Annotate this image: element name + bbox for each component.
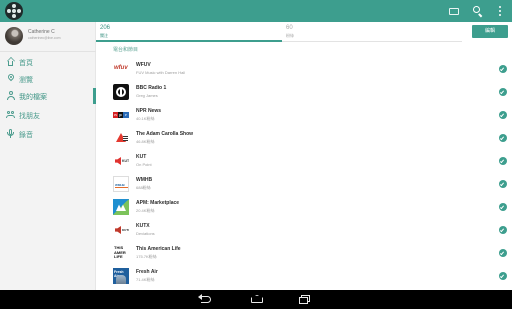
fresh-air-logo: Fresh Air — [113, 268, 129, 284]
friends-icon — [6, 110, 15, 119]
location-icon — [6, 72, 15, 83]
station-title: KUTX — [136, 223, 150, 229]
list-item[interactable]: APM: Marketplace 20.4K粉絲 — [96, 196, 512, 219]
sidebar-item-label: 瀏覽 — [19, 77, 33, 84]
check-icon[interactable] — [499, 226, 507, 234]
check-icon[interactable] — [499, 272, 507, 280]
station-title: This American Life — [136, 246, 181, 252]
back-icon[interactable] — [198, 294, 212, 305]
station-subtitle: On Point — [136, 162, 152, 167]
person-icon — [6, 91, 15, 100]
sidebar: Catherine C catherinec@live.com 首頁 瀏覽 我的… — [0, 22, 96, 290]
station-subtitle: 175.7K粉絲 — [136, 254, 157, 259]
check-icon[interactable] — [499, 180, 507, 188]
app-bar — [0, 0, 512, 22]
check-icon[interactable] — [499, 249, 507, 257]
this-american-life-logo: THIS AMER LIFE — [113, 245, 129, 261]
station-title: Fresh Air — [136, 269, 158, 275]
tab-following[interactable]: 206 關注 — [96, 22, 282, 42]
profile-name: Catherine C — [28, 29, 55, 35]
edit-button[interactable]: 編輯 — [472, 25, 508, 38]
profile-header[interactable]: Catherine C catherinec@live.com — [0, 22, 96, 50]
sidebar-item-label: 首頁 — [19, 60, 33, 67]
station-title: The Adam Carolla Show — [136, 131, 194, 137]
home-icon — [6, 57, 15, 66]
station-subtitle: FUV Music with Darren Hall — [136, 70, 186, 75]
npr-logo: npr — [113, 107, 129, 123]
sidebar-item-find-friends[interactable]: 找朋友 — [0, 107, 96, 123]
list-item[interactable]: The Adam Carolla Show 46.8K粉絲 — [96, 127, 512, 150]
search-icon[interactable] — [472, 5, 484, 18]
kut-logo: KUT — [113, 153, 129, 169]
more-vert-icon[interactable] — [494, 5, 506, 17]
home-icon[interactable] — [250, 294, 264, 305]
section-title: 電台和節目 — [113, 47, 139, 53]
check-icon[interactable] — [499, 88, 507, 96]
sidebar-item-recordings[interactable]: 錄音 — [0, 126, 96, 142]
sidebar-item-label: 找朋友 — [19, 113, 40, 120]
list-item[interactable]: Fresh Air Fresh Air 71.4K粉絲 — [96, 265, 512, 288]
station-title: BBC Radio 1 — [136, 85, 167, 91]
list-item[interactable]: THIS AMER LIFE This American Life 175.7K… — [96, 242, 512, 265]
list-item[interactable]: wfuv WFUV FUV Music with Darren Hall — [96, 58, 512, 81]
check-icon[interactable] — [499, 134, 507, 142]
station-subtitle: Deviations — [136, 231, 155, 236]
profile-tabs: 206 關注 60 粉絲 編輯 — [96, 22, 512, 42]
list-item[interactable]: WMHB WMHB 688粉絲 — [96, 173, 512, 196]
apm-marketplace-logo — [113, 199, 129, 215]
list-item[interactable]: KUTX KUTX Deviations — [96, 219, 512, 242]
divider — [0, 51, 96, 52]
bbc-radio-1-logo — [113, 84, 129, 100]
check-icon[interactable] — [499, 65, 507, 73]
cast-icon[interactable] — [448, 5, 460, 17]
tab-followers[interactable]: 60 粉絲 — [282, 22, 462, 42]
sidebar-item-my-profile[interactable]: 我的檔案 — [0, 88, 96, 104]
list-item[interactable]: KUT KUT On Point — [96, 150, 512, 173]
station-title: NPR News — [136, 108, 162, 114]
tab-count: 60 — [286, 25, 293, 31]
wfuv-logo: wfuv — [113, 61, 129, 77]
list-item[interactable]: BBC Radio 1 Greg James — [96, 81, 512, 104]
sidebar-item-browse[interactable]: 瀏覽 — [0, 71, 96, 87]
tab-label: 關注 — [100, 33, 108, 38]
station-subtitle: 46.8K粉絲 — [136, 139, 155, 144]
station-subtitle: 688粉絲 — [136, 185, 151, 190]
profile-email: catherinec@live.com — [28, 36, 61, 40]
check-icon[interactable] — [499, 111, 507, 119]
tab-count: 206 — [100, 25, 111, 31]
avatar — [5, 27, 23, 45]
kutx-logo: KUTX — [113, 222, 129, 238]
tunein-logo-icon[interactable] — [5, 2, 23, 20]
station-title: APM: Marketplace — [136, 200, 180, 206]
tab-label: 粉絲 — [286, 33, 294, 38]
station-subtitle: 71.4K粉絲 — [136, 277, 155, 282]
check-icon[interactable] — [499, 157, 507, 165]
station-subtitle: 20.4K粉絲 — [136, 208, 155, 213]
microphone-icon — [6, 129, 15, 138]
check-icon[interactable] — [499, 203, 507, 211]
wmhb-logo: WMHB — [113, 176, 129, 192]
system-nav-bar — [0, 290, 512, 309]
recent-apps-icon[interactable] — [298, 294, 312, 305]
station-title: WFUV — [136, 62, 151, 68]
sidebar-item-label: 錄音 — [19, 132, 33, 139]
station-subtitle: Greg James — [136, 93, 158, 98]
sidebar-item-home[interactable]: 首頁 — [0, 54, 96, 70]
station-title: WMHB — [136, 177, 153, 183]
sidebar-item-label: 我的檔案 — [19, 94, 47, 101]
station-title: KUT — [136, 154, 147, 160]
adam-carolla-logo — [113, 130, 129, 146]
station-subtitle: 40.1K粉絲 — [136, 116, 155, 121]
list-item[interactable]: npr NPR News 40.1K粉絲 — [96, 104, 512, 127]
